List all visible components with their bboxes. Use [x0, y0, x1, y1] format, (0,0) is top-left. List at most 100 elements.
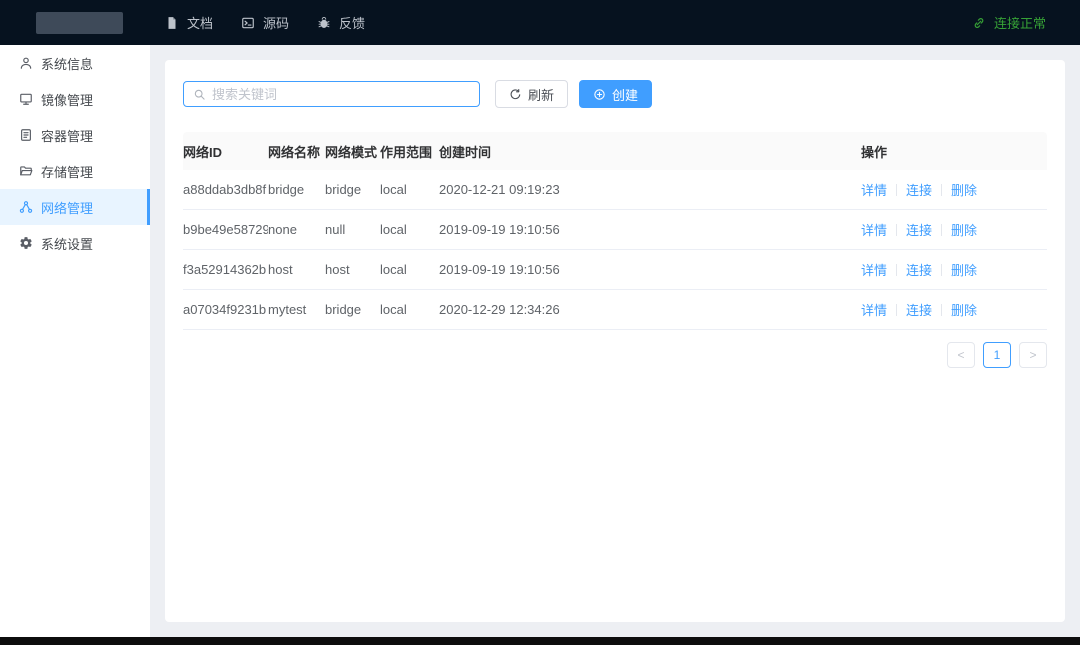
action-divider: [896, 184, 897, 196]
sidebar-item[interactable]: 镜像管理: [0, 81, 150, 117]
monitor-icon: [19, 92, 33, 106]
code-icon: [241, 16, 255, 30]
action-divider: [941, 304, 942, 316]
topbar: 文档 源码 反馈 连接正常: [0, 0, 1080, 45]
table-row: b9be49e58729 none null local 2019-09-19 …: [183, 210, 1047, 250]
next-page-button[interactable]: >: [1019, 342, 1047, 368]
connect-link[interactable]: 连接: [906, 300, 932, 319]
cell-created: 2019-09-19 19:10:56: [439, 222, 861, 237]
container-icon: [19, 128, 33, 142]
cell-actions: 详情 连接 删除: [861, 300, 1047, 319]
top-menu-item[interactable]: 反馈: [317, 13, 365, 32]
connect-link[interactable]: 连接: [906, 180, 932, 199]
cell-scope: local: [380, 222, 439, 237]
sidebar-item-label: 网络管理: [41, 198, 93, 217]
cell-network-mode: bridge: [325, 302, 380, 317]
connect-link[interactable]: 连接: [906, 220, 932, 239]
sidebar-item-label: 存储管理: [41, 162, 93, 181]
document-icon: [165, 16, 179, 30]
sidebar-item[interactable]: 系统信息: [0, 45, 150, 81]
table-header: 网络ID 网络名称 网络模式 作用范围 创建时间 操作: [183, 132, 1047, 170]
delete-link[interactable]: 删除: [951, 180, 977, 199]
cell-network-id: a07034f9231b: [183, 302, 268, 317]
top-menu-item-label: 反馈: [339, 13, 365, 32]
cell-actions: 详情 连接 删除: [861, 260, 1047, 279]
connection-status: 连接正常: [972, 13, 1046, 32]
plus-circle-icon: [593, 88, 606, 101]
sidebar-item-label: 镜像管理: [41, 90, 93, 109]
app-logo: [36, 12, 123, 34]
create-button[interactable]: 创建: [579, 80, 652, 108]
top-menu-item-label: 文档: [187, 13, 213, 32]
cell-network-id: a88ddab3db8f: [183, 182, 268, 197]
gear-icon: [19, 236, 33, 250]
sidebar-item-label: 系统设置: [41, 234, 93, 253]
search-box[interactable]: [183, 81, 480, 107]
top-menu-item[interactable]: 文档: [165, 13, 213, 32]
bug-icon: [317, 16, 331, 30]
search-input[interactable]: [212, 87, 470, 102]
cell-network-mode: bridge: [325, 182, 380, 197]
action-divider: [896, 304, 897, 316]
table-row: f3a52914362b host host local 2019-09-19 …: [183, 250, 1047, 290]
top-menu: 文档 源码 反馈: [165, 13, 393, 32]
detail-link[interactable]: 详情: [861, 300, 887, 319]
cell-actions: 详情 连接 删除: [861, 220, 1047, 239]
cell-scope: local: [380, 302, 439, 317]
sidebar-item[interactable]: 网络管理: [0, 189, 150, 225]
link-icon: [972, 16, 986, 30]
content-card: 刷新 创建 网络ID 网络名称 网络模式 作用范围 创建时间 操作: [165, 60, 1065, 622]
sidebar-item[interactable]: 存储管理: [0, 153, 150, 189]
cell-actions: 详情 连接 删除: [861, 180, 1047, 199]
page-number-button[interactable]: 1: [983, 342, 1011, 368]
main-area: 刷新 创建 网络ID 网络名称 网络模式 作用范围 创建时间 操作: [150, 45, 1080, 637]
col-scope: 作用范围: [380, 142, 439, 161]
top-menu-item-label: 源码: [263, 13, 289, 32]
cell-network-name: host: [268, 262, 325, 277]
delete-link[interactable]: 删除: [951, 220, 977, 239]
col-network-mode: 网络模式: [325, 142, 380, 161]
delete-link[interactable]: 删除: [951, 300, 977, 319]
cell-created: 2019-09-19 19:10:56: [439, 262, 861, 277]
action-divider: [941, 264, 942, 276]
top-menu-item[interactable]: 源码: [241, 13, 289, 32]
network-icon: [19, 200, 33, 214]
detail-link[interactable]: 详情: [861, 180, 887, 199]
sidebar-item-label: 系统信息: [41, 54, 93, 73]
cell-created: 2020-12-21 09:19:23: [439, 182, 861, 197]
refresh-button[interactable]: 刷新: [495, 80, 568, 108]
detail-link[interactable]: 详情: [861, 220, 887, 239]
table-row: a88ddab3db8f bridge bridge local 2020-12…: [183, 170, 1047, 210]
action-divider: [896, 264, 897, 276]
col-created: 创建时间: [439, 142, 861, 161]
toolbar: 刷新 创建: [183, 80, 1047, 108]
cell-scope: local: [380, 182, 439, 197]
action-divider: [941, 184, 942, 196]
cell-network-name: bridge: [268, 182, 325, 197]
cell-network-name: none: [268, 222, 325, 237]
networks-table: 网络ID 网络名称 网络模式 作用范围 创建时间 操作 a88ddab3db8f…: [183, 132, 1047, 330]
action-divider: [941, 224, 942, 236]
delete-link[interactable]: 删除: [951, 260, 977, 279]
col-network-name: 网络名称: [268, 142, 325, 161]
cell-network-id: f3a52914362b: [183, 262, 268, 277]
table-row: a07034f9231b mytest bridge local 2020-12…: [183, 290, 1047, 330]
sidebar-item-label: 容器管理: [41, 126, 93, 145]
connect-link[interactable]: 连接: [906, 260, 932, 279]
refresh-icon: [509, 88, 522, 101]
connection-status-label: 连接正常: [994, 13, 1046, 32]
col-actions: 操作: [861, 142, 1047, 161]
search-icon: [193, 88, 206, 101]
sidebar-item[interactable]: 系统设置: [0, 225, 150, 261]
col-network-id: 网络ID: [183, 142, 268, 161]
pagination: < 1 >: [183, 342, 1047, 368]
layout: 系统信息 镜像管理 容器管理 存储管理 网络管理: [0, 45, 1080, 637]
cell-network-mode: null: [325, 222, 380, 237]
sidebar-item[interactable]: 容器管理: [0, 117, 150, 153]
cell-network-mode: host: [325, 262, 380, 277]
cell-created: 2020-12-29 12:34:26: [439, 302, 861, 317]
cell-network-id: b9be49e58729: [183, 222, 268, 237]
detail-link[interactable]: 详情: [861, 260, 887, 279]
prev-page-button[interactable]: <: [947, 342, 975, 368]
user-icon: [19, 56, 33, 70]
